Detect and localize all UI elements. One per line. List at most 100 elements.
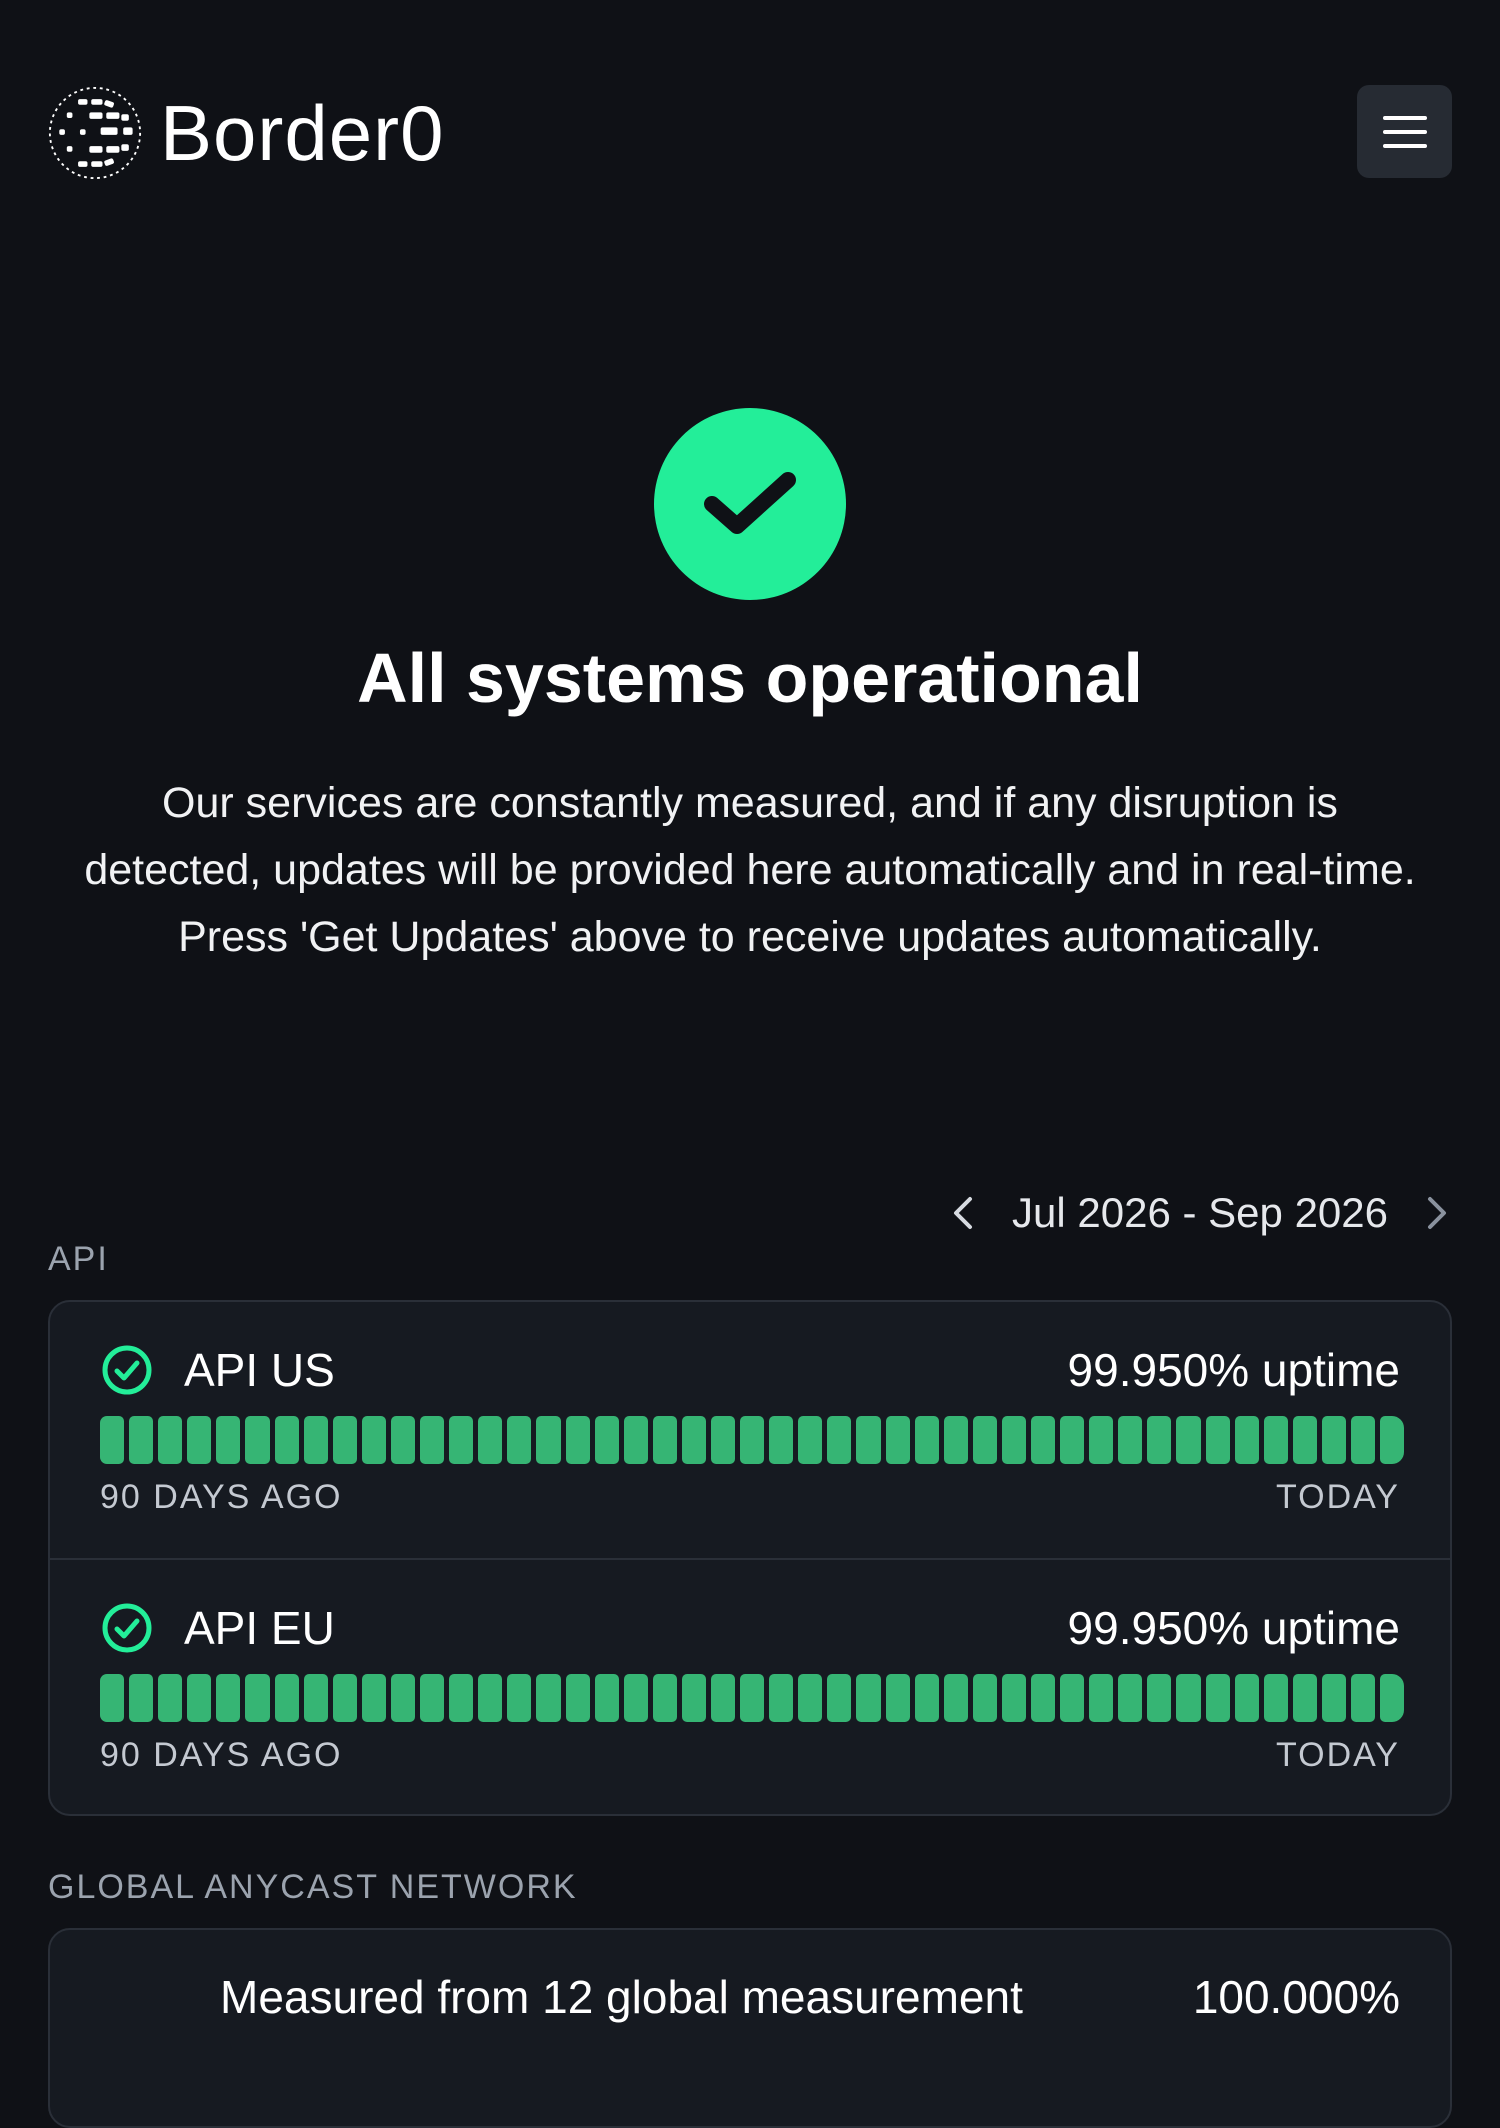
uptime-day-bar[interactable] <box>681 1674 706 1722</box>
uptime-day-bar[interactable] <box>594 1674 619 1722</box>
uptime-day-bar[interactable] <box>1205 1674 1230 1722</box>
uptime-day-bar[interactable] <box>245 1416 270 1464</box>
uptime-day-bar[interactable] <box>943 1416 968 1464</box>
uptime-day-bar[interactable] <box>740 1674 765 1722</box>
uptime-bars <box>100 1416 1405 1464</box>
uptime-day-bar[interactable] <box>536 1416 561 1464</box>
uptime-day-bar[interactable] <box>565 1674 590 1722</box>
chevron-left-icon[interactable] <box>948 1193 978 1233</box>
uptime-day-bar[interactable] <box>245 1674 270 1722</box>
uptime-day-bar[interactable] <box>856 1674 881 1722</box>
anycast-row[interactable]: Measured from 12 global measurement 100.… <box>220 1970 1400 2024</box>
uptime-day-bar[interactable] <box>885 1416 910 1464</box>
uptime-day-bar[interactable] <box>652 1674 677 1722</box>
uptime-day-bar[interactable] <box>1001 1416 1026 1464</box>
uptime-day-bar[interactable] <box>100 1416 125 1464</box>
uptime-day-bar[interactable] <box>827 1416 852 1464</box>
uptime-day-bar[interactable] <box>914 1416 939 1464</box>
uptime-day-bar[interactable] <box>1001 1674 1026 1722</box>
uptime-day-bar[interactable] <box>507 1416 532 1464</box>
uptime-day-bar[interactable] <box>478 1416 503 1464</box>
component-api-us[interactable]: API US 99.950% uptime 90 DAYS AGO TODAY <box>50 1302 1450 1558</box>
uptime-day-bar[interactable] <box>1089 1674 1114 1722</box>
uptime-day-bar[interactable] <box>623 1416 648 1464</box>
uptime-day-bar[interactable] <box>856 1416 881 1464</box>
uptime-day-bar[interactable] <box>1060 1416 1085 1464</box>
uptime-day-bar[interactable] <box>216 1674 241 1722</box>
uptime-day-bar[interactable] <box>158 1416 183 1464</box>
brand-logo[interactable]: Border0 <box>48 86 445 180</box>
uptime-day-bar[interactable] <box>303 1674 328 1722</box>
uptime-day-bar[interactable] <box>623 1674 648 1722</box>
uptime-day-bar[interactable] <box>216 1416 241 1464</box>
uptime-day-bar[interactable] <box>1321 1416 1347 1464</box>
uptime-day-bar[interactable] <box>1263 1674 1288 1722</box>
uptime-day-bar[interactable] <box>710 1674 736 1722</box>
uptime-day-bar[interactable] <box>158 1674 183 1722</box>
uptime-day-bar[interactable] <box>361 1416 386 1464</box>
uptime-day-bar[interactable] <box>129 1674 154 1722</box>
uptime-day-bar[interactable] <box>420 1416 445 1464</box>
uptime-day-bar[interactable] <box>1176 1416 1201 1464</box>
uptime-day-bar[interactable] <box>798 1674 823 1722</box>
uptime-day-bar[interactable] <box>1351 1674 1376 1722</box>
uptime-day-bar[interactable] <box>1031 1674 1056 1722</box>
uptime-day-bar[interactable] <box>1176 1674 1201 1722</box>
uptime-day-bar[interactable] <box>274 1416 299 1464</box>
uptime-day-bar[interactable] <box>565 1416 590 1464</box>
uptime-day-bar[interactable] <box>100 1674 125 1722</box>
uptime-day-bar[interactable] <box>129 1416 154 1464</box>
uptime-day-bar[interactable] <box>274 1674 299 1722</box>
uptime-day-bar[interactable] <box>536 1674 561 1722</box>
uptime-day-bar[interactable] <box>1380 1416 1405 1464</box>
uptime-day-bar[interactable] <box>332 1416 357 1464</box>
uptime-day-bar[interactable] <box>710 1416 736 1464</box>
uptime-day-bar[interactable] <box>594 1416 619 1464</box>
uptime-day-bar[interactable] <box>1118 1416 1143 1464</box>
uptime-day-bar[interactable] <box>798 1416 823 1464</box>
uptime-day-bar[interactable] <box>420 1674 445 1722</box>
uptime-day-bar[interactable] <box>1147 1416 1172 1464</box>
uptime-day-bar[interactable] <box>1292 1674 1317 1722</box>
uptime-day-bar[interactable] <box>1351 1416 1376 1464</box>
uptime-day-bar[interactable] <box>769 1674 794 1722</box>
brand-name: Border0 <box>160 89 445 177</box>
uptime-day-bar[interactable] <box>1060 1674 1085 1722</box>
uptime-day-bar[interactable] <box>187 1674 212 1722</box>
uptime-day-bar[interactable] <box>390 1416 416 1464</box>
menu-button[interactable] <box>1357 85 1452 178</box>
uptime-day-bar[interactable] <box>507 1674 532 1722</box>
uptime-day-bar[interactable] <box>827 1674 852 1722</box>
uptime-day-bar[interactable] <box>390 1674 416 1722</box>
uptime-day-bar[interactable] <box>1031 1416 1056 1464</box>
uptime-day-bar[interactable] <box>914 1674 939 1722</box>
uptime-day-bar[interactable] <box>187 1416 212 1464</box>
uptime-day-bar[interactable] <box>1234 1674 1259 1722</box>
uptime-day-bar[interactable] <box>652 1416 677 1464</box>
uptime-day-bar[interactable] <box>769 1416 794 1464</box>
checkmark-icon <box>704 472 796 534</box>
uptime-day-bar[interactable] <box>943 1674 968 1722</box>
uptime-day-bar[interactable] <box>332 1674 357 1722</box>
uptime-day-bar[interactable] <box>1380 1674 1405 1722</box>
uptime-day-bar[interactable] <box>1118 1674 1143 1722</box>
uptime-day-bar[interactable] <box>361 1674 386 1722</box>
uptime-day-bar[interactable] <box>1321 1674 1347 1722</box>
uptime-day-bar[interactable] <box>303 1416 328 1464</box>
uptime-day-bar[interactable] <box>1089 1416 1114 1464</box>
uptime-day-bar[interactable] <box>449 1416 474 1464</box>
uptime-day-bar[interactable] <box>1234 1416 1259 1464</box>
uptime-day-bar[interactable] <box>972 1674 997 1722</box>
uptime-day-bar[interactable] <box>972 1416 997 1464</box>
uptime-day-bar[interactable] <box>1292 1416 1317 1464</box>
chevron-right-icon[interactable] <box>1422 1193 1452 1233</box>
uptime-day-bar[interactable] <box>885 1674 910 1722</box>
uptime-day-bar[interactable] <box>681 1416 706 1464</box>
uptime-day-bar[interactable] <box>740 1416 765 1464</box>
uptime-day-bar[interactable] <box>1205 1416 1230 1464</box>
uptime-day-bar[interactable] <box>478 1674 503 1722</box>
uptime-day-bar[interactable] <box>449 1674 474 1722</box>
component-api-eu[interactable]: API EU 99.950% uptime 90 DAYS AGO TODAY <box>50 1558 1450 1814</box>
uptime-day-bar[interactable] <box>1147 1674 1172 1722</box>
uptime-day-bar[interactable] <box>1263 1416 1288 1464</box>
